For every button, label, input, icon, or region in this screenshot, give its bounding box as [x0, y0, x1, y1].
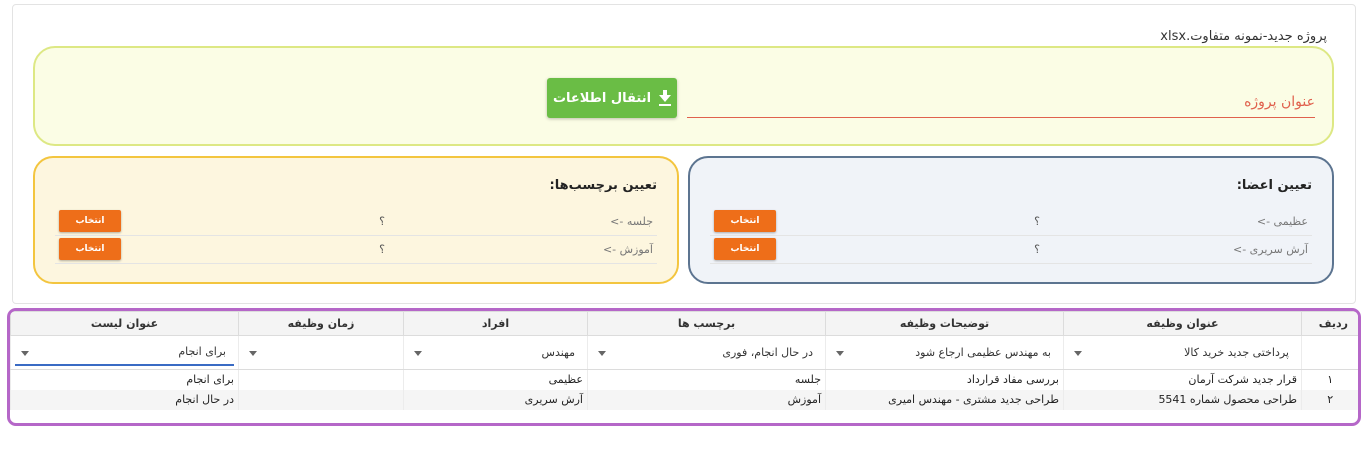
- cell-list-title[interactable]: برای انجام: [10, 369, 239, 390]
- tag-row: آموزش -> ؟ انتخاب: [55, 236, 657, 264]
- list-title-select[interactable]: برای انجام: [15, 340, 234, 366]
- cell-people[interactable]: عظیمی: [403, 369, 588, 390]
- chevron-down-icon: [1074, 350, 1082, 356]
- table-row[interactable]: ۱ قرار جدید شرکت آرمان بررسی مفاد قراردا…: [10, 369, 1358, 390]
- cell-tags[interactable]: آموزش: [587, 389, 826, 410]
- file-name: پروژه جدید-نمونه متفاوت.xlsx: [1160, 29, 1327, 44]
- people-select-cell: مهندس: [403, 335, 588, 370]
- blank-cell: [1301, 335, 1358, 370]
- tag-value: ؟: [379, 215, 385, 228]
- task-title-select-value: پرداختی جدید خرید کالا: [1184, 345, 1289, 359]
- task-time-select-cell: [238, 335, 404, 370]
- member-value: ؟: [1034, 215, 1040, 228]
- task-desc-select-value: به مهندس عظیمی ارجاع شود: [915, 345, 1051, 359]
- member-name: عظیمی ->: [1256, 215, 1308, 228]
- task-title-select-cell: پرداختی جدید خرید کالا: [1063, 335, 1302, 370]
- select-member-button[interactable]: انتخاب: [714, 238, 776, 260]
- cell-task-time[interactable]: [238, 389, 404, 410]
- mapping-table: ردیف عنوان وظیفه توضیحات وظیفه برچسب ها …: [10, 311, 1358, 410]
- mapping-select-row: پرداختی جدید خرید کالا به مهندس عظیمی ار…: [10, 335, 1358, 370]
- col-header-task-time[interactable]: زمان وظیفه: [238, 311, 404, 336]
- task-desc-select[interactable]: به مهندس عظیمی ارجاع شود: [830, 340, 1059, 366]
- row-number: ۲: [1301, 389, 1358, 410]
- cell-tags[interactable]: جلسه: [587, 369, 826, 390]
- tag-row: جلسه -> ؟ انتخاب: [55, 208, 657, 236]
- select-tag-button[interactable]: انتخاب: [59, 238, 121, 260]
- cell-task-time[interactable]: [238, 369, 404, 390]
- member-row: عظیمی -> ؟ انتخاب: [710, 208, 1312, 236]
- people-select[interactable]: مهندس: [408, 340, 583, 366]
- select-member-button[interactable]: انتخاب: [714, 210, 776, 232]
- select-tag-button[interactable]: انتخاب: [59, 210, 121, 232]
- col-header-list-title[interactable]: عنوان لیست: [10, 311, 239, 336]
- col-header-people[interactable]: افراد: [403, 311, 588, 336]
- col-header-tags[interactable]: برچسب ها: [587, 311, 826, 336]
- chevron-down-icon: [598, 350, 606, 356]
- tags-select[interactable]: در حال انجام، فوری: [592, 340, 821, 366]
- member-row: آرش سریری -> ؟ انتخاب: [710, 236, 1312, 264]
- list-title-select-cell: برای انجام: [10, 335, 239, 370]
- tags-select-value: در حال انجام، فوری: [722, 345, 813, 359]
- tag-name: جلسه ->: [610, 215, 653, 228]
- header-row: ردیف عنوان وظیفه توضیحات وظیفه برچسب ها …: [10, 311, 1358, 336]
- col-header-task-desc[interactable]: توضیحات وظیفه: [825, 311, 1064, 336]
- task-title-select[interactable]: پرداختی جدید خرید کالا: [1068, 340, 1297, 366]
- mapping-grid: ردیف عنوان وظیفه توضیحات وظیفه برچسب ها …: [7, 308, 1361, 426]
- tags-title: تعیین برچسب‌ها:: [549, 178, 657, 193]
- member-value: ؟: [1034, 243, 1040, 256]
- cell-task-title[interactable]: طراحی محصول شماره 5541: [1063, 389, 1302, 410]
- members-box: تعیین اعضا: عظیمی -> ؟ انتخاب آرش سریری …: [688, 156, 1334, 284]
- tags-select-cell: در حال انجام، فوری: [587, 335, 826, 370]
- col-header-row: ردیف: [1301, 311, 1358, 336]
- tag-name: آموزش ->: [602, 243, 653, 256]
- table-row[interactable]: ۲ طراحی محصول شماره 5541 طراحی جدید مشتر…: [10, 389, 1358, 410]
- task-time-select[interactable]: [243, 340, 399, 366]
- people-select-value: مهندس: [541, 345, 575, 359]
- cell-people[interactable]: آرش سریری: [403, 389, 588, 410]
- chevron-down-icon: [21, 350, 29, 356]
- transfer-data-button[interactable]: انتقال اطلاعات: [547, 78, 677, 118]
- download-icon: [659, 90, 672, 106]
- col-header-task-title[interactable]: عنوان وظیفه: [1063, 311, 1302, 336]
- project-box: انتقال اطلاعات عنوان پروژه: [33, 46, 1334, 146]
- transfer-data-label: انتقال اطلاعات: [552, 90, 652, 106]
- list-title-select-value: برای انجام: [178, 345, 226, 358]
- task-desc-select-cell: به مهندس عظیمی ارجاع شود: [825, 335, 1064, 370]
- cell-list-title[interactable]: در حال انجام: [10, 389, 239, 410]
- cell-task-title[interactable]: قرار جدید شرکت آرمان: [1063, 369, 1302, 390]
- members-title: تعیین اعضا:: [1236, 178, 1312, 193]
- member-name: آرش سریری ->: [1232, 243, 1308, 256]
- tag-value: ؟: [379, 243, 385, 256]
- row-number: ۱: [1301, 369, 1358, 390]
- cell-task-desc[interactable]: بررسی مفاد قرارداد: [825, 369, 1064, 390]
- tags-box: تعیین برچسب‌ها: جلسه -> ؟ انتخاب آموزش -…: [33, 156, 679, 284]
- project-title-input[interactable]: عنوان پروژه: [687, 90, 1315, 118]
- cell-task-desc[interactable]: طراحی جدید مشتری - مهندس امیری: [825, 389, 1064, 410]
- chevron-down-icon: [249, 350, 257, 356]
- chevron-down-icon: [414, 350, 422, 356]
- chevron-down-icon: [836, 350, 844, 356]
